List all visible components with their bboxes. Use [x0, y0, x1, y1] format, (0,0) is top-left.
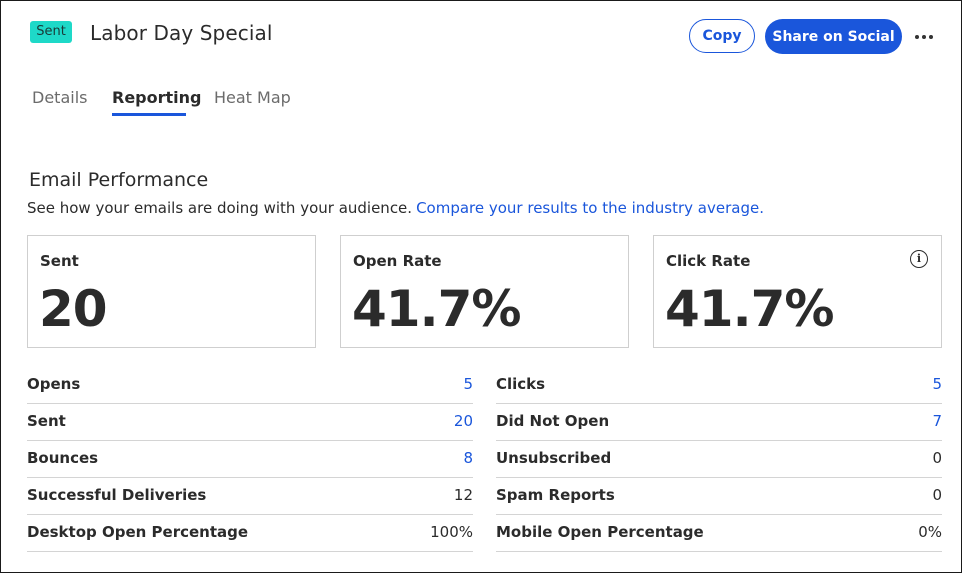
stat-row-sent: Sent 20	[27, 404, 473, 441]
share-on-social-button[interactable]: Share on Social	[765, 19, 902, 54]
open-rate-card: Open Rate 41.7%	[340, 235, 629, 348]
stat-label: Clicks	[496, 375, 546, 393]
tab-heat-map[interactable]: Heat Map	[214, 88, 291, 107]
stat-label: Sent	[27, 412, 66, 430]
stat-value: 100%	[430, 523, 473, 541]
compare-industry-link[interactable]: Compare your results to the industry ave…	[416, 199, 764, 217]
stat-label: Mobile Open Percentage	[496, 523, 704, 541]
stat-value-link[interactable]: 5	[463, 375, 473, 393]
stat-value-link[interactable]: 7	[932, 412, 942, 430]
stat-value: 0	[932, 449, 942, 467]
click-rate-card: Click Rate 41.7% i	[653, 235, 942, 348]
stat-row-clicks: Clicks 5	[496, 367, 942, 404]
card-value: 41.7%	[665, 280, 834, 338]
stat-row-successful-deliveries: Successful Deliveries 12	[27, 478, 473, 515]
card-label: Open Rate	[353, 252, 442, 270]
info-icon[interactable]: i	[910, 250, 928, 268]
section-subtitle: See how your emails are doing with your …	[27, 199, 764, 217]
stat-row-opens: Opens 5	[27, 367, 473, 404]
stat-value: 12	[453, 486, 473, 504]
stat-label: Successful Deliveries	[27, 486, 207, 504]
ellipsis-icon[interactable]	[913, 27, 935, 47]
stat-label: Bounces	[27, 449, 99, 467]
section-title: Email Performance	[29, 169, 209, 191]
stat-value: 0	[932, 486, 942, 504]
copy-button[interactable]: Copy	[689, 19, 755, 53]
stat-value-link[interactable]: 5	[932, 375, 942, 393]
stat-row-desktop-open-percentage: Desktop Open Percentage 100%	[27, 515, 473, 552]
card-value: 20	[39, 280, 108, 338]
stats-right: Clicks 5 Did Not Open 7 Unsubscribed 0 S…	[496, 367, 942, 552]
stat-row-did-not-open: Did Not Open 7	[496, 404, 942, 441]
stat-label: Did Not Open	[496, 412, 610, 430]
tab-details[interactable]: Details	[32, 88, 87, 107]
stat-label: Spam Reports	[496, 486, 615, 504]
subtitle-text: See how your emails are doing with your …	[27, 199, 413, 217]
stat-value-link[interactable]: 8	[463, 449, 473, 467]
stat-value: 0%	[918, 523, 942, 541]
sent-card: Sent 20	[27, 235, 316, 348]
stats-left: Opens 5 Sent 20 Bounces 8 Successful Del…	[27, 367, 473, 552]
stat-label: Unsubscribed	[496, 449, 612, 467]
email-report-panel: Sent Labor Day Special Copy Share on Soc…	[0, 0, 962, 573]
stat-value-link[interactable]: 20	[454, 412, 473, 430]
card-value: 41.7%	[352, 280, 521, 338]
status-badge: Sent	[30, 21, 72, 43]
stat-row-unsubscribed: Unsubscribed 0	[496, 441, 942, 478]
stat-label: Opens	[27, 375, 81, 393]
stat-label: Desktop Open Percentage	[27, 523, 249, 541]
stat-row-bounces: Bounces 8	[27, 441, 473, 478]
tab-reporting[interactable]: Reporting	[112, 88, 201, 107]
active-tab-indicator	[112, 113, 186, 116]
page-title: Labor Day Special	[90, 21, 273, 45]
card-label: Sent	[40, 252, 79, 270]
stat-row-spam-reports: Spam Reports 0	[496, 478, 942, 515]
card-label: Click Rate	[666, 252, 751, 270]
stat-row-mobile-open-percentage: Mobile Open Percentage 0%	[496, 515, 942, 552]
